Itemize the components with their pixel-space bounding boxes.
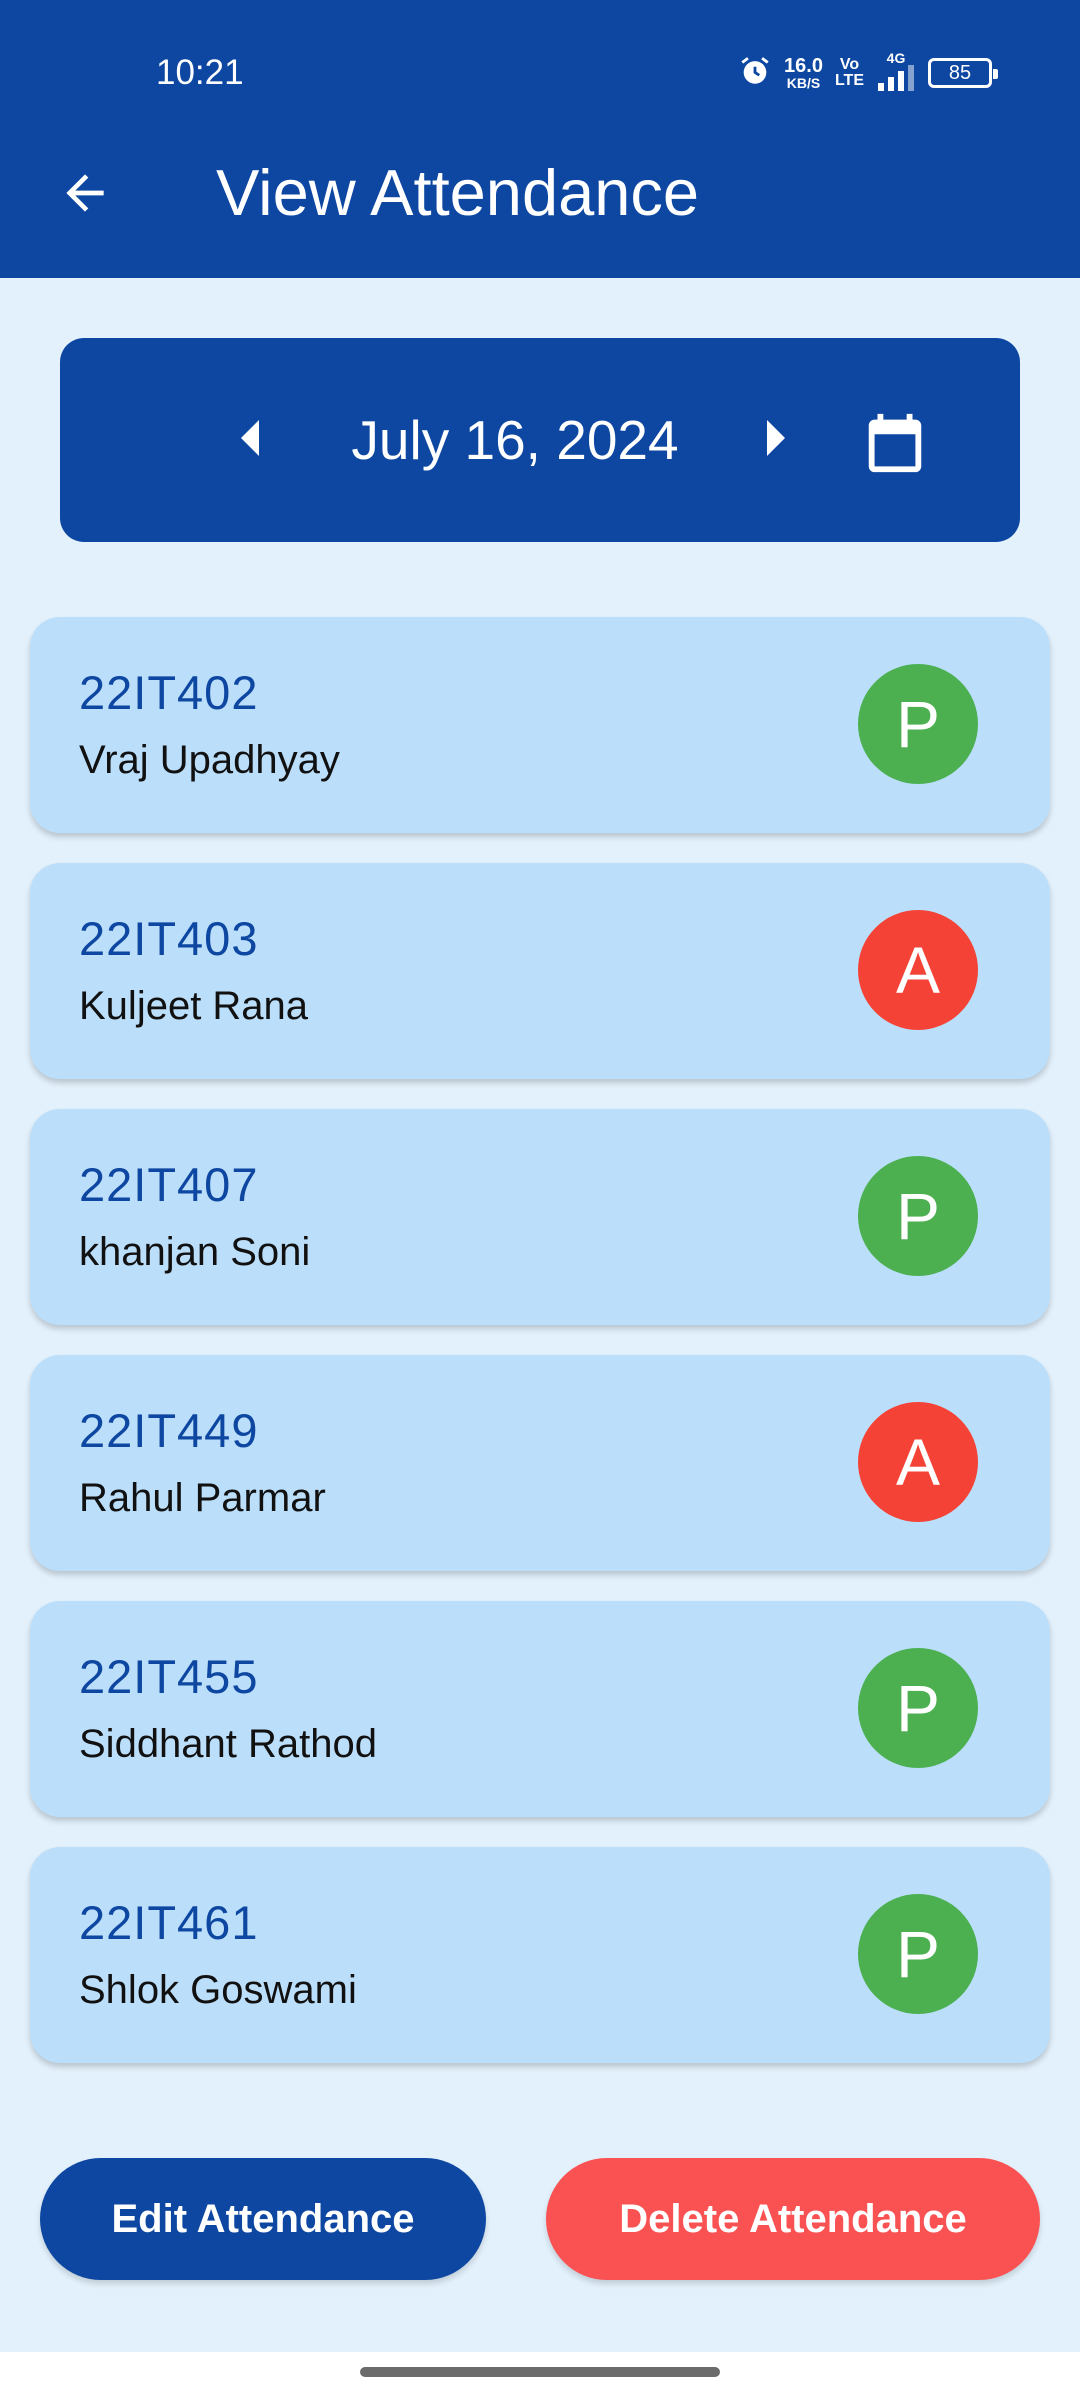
status-badge: P [858,1156,978,1276]
student-id: 22IT461 [79,1896,259,1949]
back-button[interactable] [50,160,120,230]
status-badge: P [858,1894,978,2014]
status-icons: 16.0 KB/S Vo LTE 4G 85 [738,48,998,98]
student-name: Vraj Upadhyay [79,738,340,782]
network-type: 4G [886,49,906,66]
app-bar: 10:21 16.0 KB/S Vo LTE 4G 85 View Attend… [0,0,1080,278]
status-badge: P [858,664,978,784]
alarm-icon [738,54,772,93]
page-title: View Attendance [216,156,700,229]
student-id: 22IT407 [79,1158,259,1211]
attendance-list: 22IT402 Vraj Upadhyay P 22IT403 Kuljeet … [30,617,1050,2093]
student-id: 22IT449 [79,1404,259,1457]
status-badge: A [858,1402,978,1522]
student-name: Kuljeet Rana [79,984,309,1028]
delete-attendance-button[interactable]: Delete Attendance [546,2158,1040,2280]
signal-icon [876,64,916,96]
student-card[interactable]: 22IT455 Siddhant Rathod P [30,1601,1050,1817]
calendar-button[interactable] [850,400,940,490]
student-name: khanjan Soni [79,1230,311,1274]
navigation-bar [0,2352,1080,2400]
net-speed: 16.0 KB/S [784,56,823,90]
caret-right-icon [761,416,791,465]
calendar-icon [860,408,930,483]
student-id: 22IT402 [79,666,259,719]
volte-bottom: LTE [834,72,864,89]
net-speed-unit: KB/S [786,75,821,91]
student-name: Rahul Parmar [79,1476,326,1520]
student-card[interactable]: 22IT402 Vraj Upadhyay P [30,617,1050,833]
gesture-handle[interactable] [360,2367,720,2377]
previous-date-button[interactable] [220,400,280,480]
student-card[interactable]: 22IT407 khanjan Soni P [30,1109,1050,1325]
student-card[interactable]: 22IT403 Kuljeet Rana A [30,863,1050,1079]
volte-top: Vo [839,56,860,73]
volte-indicator: Vo LTE [835,57,864,89]
net-speed-value: 16.0 [784,55,823,77]
arrow-left-icon [57,165,113,226]
battery-icon: 85 [928,58,998,88]
status-time: 10:21 [156,53,244,92]
student-name: Siddhant Rathod [79,1722,378,1766]
status-badge: A [858,910,978,1030]
status-badge: P [858,1648,978,1768]
selected-date: July 16, 2024 [351,409,679,471]
edit-attendance-button[interactable]: Edit Attendance [40,2158,486,2280]
student-name: Shlok Goswami [79,1968,357,2012]
next-date-button[interactable] [746,400,806,480]
student-card[interactable]: 22IT461 Shlok Goswami P [30,1847,1050,2063]
student-card[interactable]: 22IT449 Rahul Parmar A [30,1355,1050,1571]
caret-left-icon [235,416,265,465]
date-selector: July 16, 2024 [60,338,1020,542]
student-id: 22IT455 [79,1650,259,1703]
student-id: 22IT403 [79,912,259,965]
battery-level: 85 [948,61,972,84]
signal-group: 4G [876,51,916,96]
